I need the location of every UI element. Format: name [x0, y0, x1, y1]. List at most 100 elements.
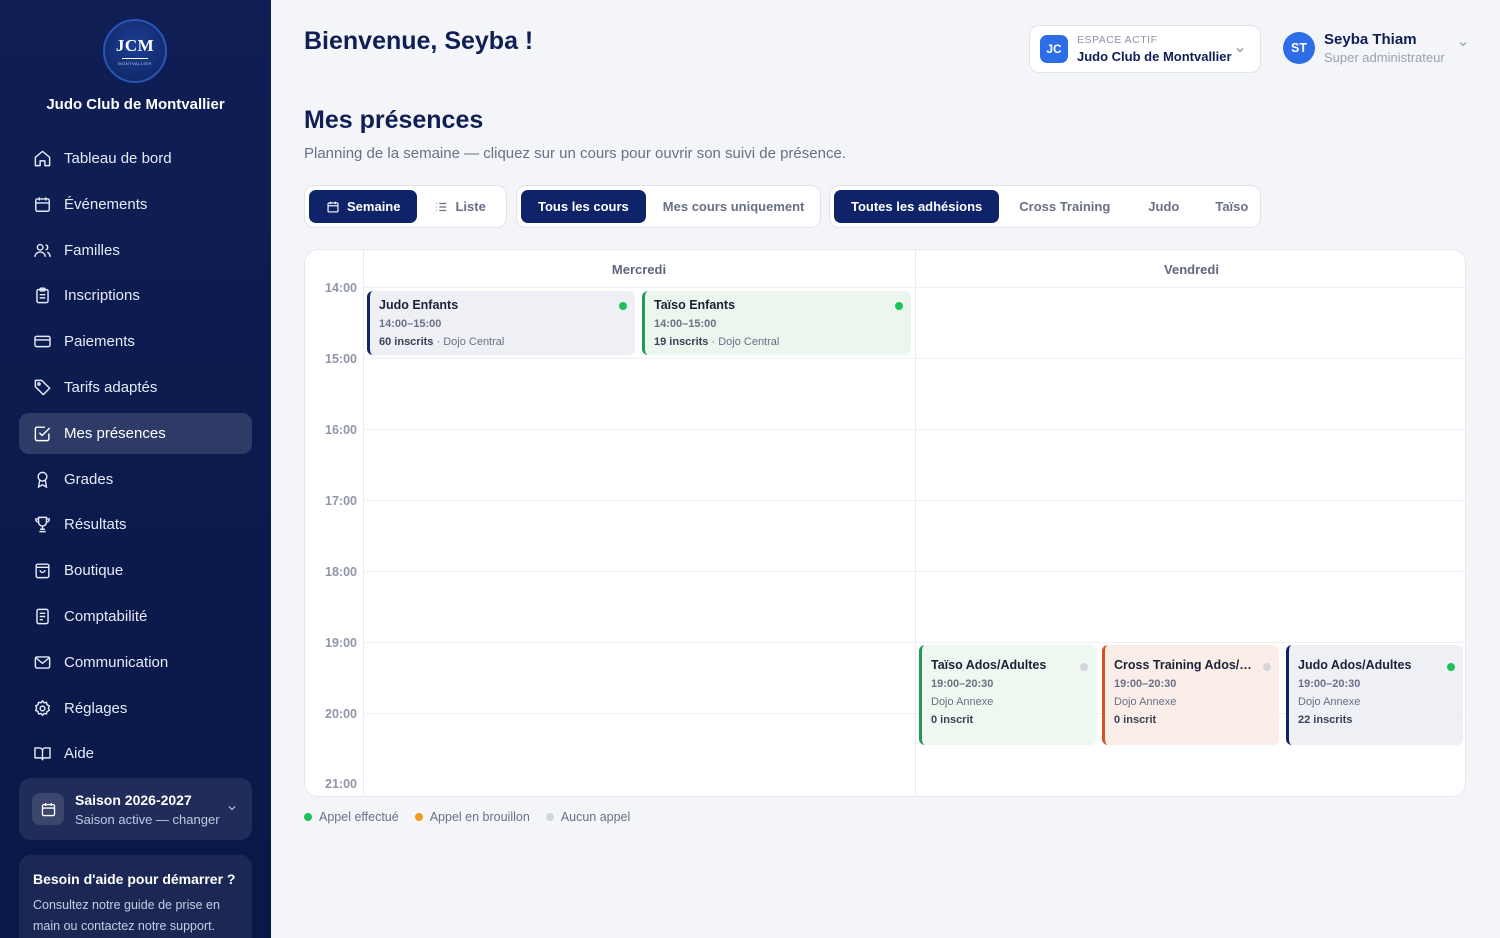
event-count: 0 inscrit — [1114, 714, 1270, 726]
help-card[interactable]: Besoin d'aide pour démarrer ? Consultez … — [19, 855, 252, 938]
event-time: 19:00–20:30 — [1114, 678, 1177, 690]
season-switcher[interactable]: Saison 2026-2027 Saison active — changer — [19, 778, 252, 840]
user-menu[interactable]: ST Seyba Thiam Super administrateur — [1283, 31, 1469, 65]
users-icon — [34, 243, 51, 257]
award-icon — [37, 471, 48, 488]
attendance-status-dot — [619, 302, 627, 310]
sidebar-nav: Tableau de bord Événements Familles Insc… — [19, 138, 252, 779]
sidebar-item-label: Réglages — [64, 699, 128, 717]
event-title: Taïso Enfants — [654, 298, 736, 312]
sidebar: JCM MONTVALLIER Judo Club de Montvallier… — [0, 0, 271, 938]
event-judo-enfants[interactable]: Judo Enfants 14:00–15:00 60 inscrits · D… — [367, 291, 635, 355]
event-place: Dojo Annexe — [931, 696, 994, 708]
club-name: Judo Club de Montvallier — [46, 96, 225, 113]
sidebar-item-rates[interactable]: Tarifs adaptés — [19, 367, 252, 408]
membership-cross-training-label: Cross Training — [1019, 199, 1111, 214]
sidebar-item-families[interactable]: Familles — [19, 230, 252, 271]
hour-label: 18:00 — [325, 565, 357, 579]
hour-label: 20:00 — [325, 707, 357, 721]
event-title: Judo Enfants — [379, 298, 459, 312]
membership-filter: Toutes les adhésions Cross Training Judo… — [829, 185, 1261, 228]
space-label: ESPACE ACTIF — [1077, 34, 1158, 46]
event-judo-ados-adultes[interactable]: Judo Ados/Adultes 19:00–20:30 Dojo Annex… — [1286, 645, 1463, 745]
membership-taiso-label: Taïso — [1215, 199, 1249, 214]
event-time: 14:00–15:00 — [654, 318, 717, 330]
scope-mine-button[interactable]: Mes cours uniquement — [646, 190, 822, 223]
event-taiso-enfants[interactable]: Taïso Enfants 14:00–15:00 19 inscrits · … — [642, 291, 911, 355]
membership-cross-training-button[interactable]: Cross Training — [999, 190, 1130, 223]
sidebar-item-dashboard[interactable]: Tableau de bord — [19, 138, 252, 179]
event-count-value: 22 inscrits — [1298, 714, 1353, 726]
hour-label: 21:00 — [325, 777, 357, 791]
space-badge: JC — [1040, 35, 1068, 63]
view-toggle: Semaine Liste — [304, 185, 507, 228]
event-time: 14:00–15:00 — [379, 318, 442, 330]
membership-all-button[interactable]: Toutes les adhésions — [834, 190, 1000, 223]
sidebar-item-results[interactable]: Résultats — [19, 504, 252, 545]
sidebar-item-settings[interactable]: Réglages — [19, 688, 252, 729]
membership-judo-label: Judo — [1148, 199, 1180, 214]
credit-card-icon — [34, 335, 51, 348]
membership-taiso-button[interactable]: Taïso — [1197, 190, 1266, 223]
column-divider — [915, 250, 916, 796]
hour-line — [363, 500, 1465, 501]
event-count: 60 inscrits — [379, 336, 434, 348]
legend-dot — [304, 813, 312, 821]
help-text: Consultez notre guide de prise en main o… — [33, 898, 220, 933]
tag-icon — [34, 379, 51, 396]
event-cross-training-ados-adultes[interactable]: Cross Training Ados/Adultes 19:00–20:30 … — [1102, 645, 1279, 745]
check-square-icon — [34, 426, 51, 442]
column-divider — [363, 250, 364, 796]
hour-label: 17:00 — [325, 494, 357, 508]
chevron-down-icon — [228, 806, 236, 811]
avatar: ST — [1283, 32, 1315, 64]
sidebar-item-label: Communication — [64, 653, 169, 671]
event-place: Dojo Annexe — [1114, 696, 1177, 708]
view-list-button[interactable]: Liste — [417, 190, 502, 223]
view-list-label: Liste — [455, 199, 486, 214]
legend-label: Appel en brouillon — [429, 810, 530, 824]
hour-line — [363, 571, 1465, 572]
sidebar-item-payments[interactable]: Paiements — [19, 321, 252, 362]
sidebar-item-communication[interactable]: Communication — [19, 642, 252, 683]
sidebar-item-label: Familles — [64, 241, 120, 259]
attendance-status-dot — [895, 302, 903, 310]
season-title: Saison 2026-2027 — [75, 791, 192, 808]
calendar-icon — [327, 201, 339, 213]
hour-line — [363, 429, 1465, 430]
sidebar-item-attendance[interactable]: Mes présences — [19, 412, 252, 454]
event-place: Dojo Annexe — [1298, 696, 1361, 708]
book-icon — [34, 747, 51, 761]
logo-text: JCM — [115, 36, 155, 55]
sidebar-item-events[interactable]: Événements — [19, 184, 252, 225]
sidebar-item-shop[interactable]: Boutique — [19, 550, 252, 591]
legend-label: Appel effectué — [319, 810, 399, 824]
chevron-down-icon — [1459, 42, 1467, 47]
sidebar-item-help[interactable]: Aide — [19, 733, 252, 774]
scope-all-button[interactable]: Tous les cours — [521, 190, 646, 223]
event-place: Dojo Central — [718, 336, 780, 348]
club-logo[interactable]: JCM MONTVALLIER — [103, 19, 167, 83]
attendance-status-dot — [1263, 663, 1271, 671]
page-title: Mes présences — [304, 106, 484, 134]
event-count: 22 inscrits — [1298, 714, 1454, 726]
day-header-friday: Vendredi — [1164, 262, 1219, 277]
attendance-legend: Appel effectué Appel en brouillon Aucun … — [304, 810, 646, 824]
mail-icon — [34, 656, 51, 669]
hour-label: 16:00 — [325, 423, 357, 437]
membership-judo-button[interactable]: Judo — [1130, 190, 1197, 223]
event-taiso-ados-adultes[interactable]: Taïso Ados/Adultes 19:00–20:30 Dojo Anne… — [919, 645, 1096, 745]
logo-subtext: MONTVALLIER — [118, 61, 152, 66]
event-time: 19:00–20:30 — [931, 678, 994, 690]
hour-label: 19:00 — [325, 636, 357, 650]
event-title: Judo Ados/Adultes — [1298, 658, 1412, 672]
event-count-value: 0 inscrit — [1114, 714, 1157, 726]
view-week-button[interactable]: Semaine — [309, 190, 418, 223]
logo-divider — [122, 58, 148, 59]
sidebar-item-registrations[interactable]: Inscriptions — [19, 275, 252, 316]
active-space-switcher[interactable]: JC ESPACE ACTIF Judo Club de Montvallier — [1029, 25, 1261, 73]
sidebar-item-accounting[interactable]: Comptabilité — [19, 596, 252, 637]
sidebar-item-label: Résultats — [64, 516, 127, 534]
user-role: Super administrateur — [1324, 50, 1445, 65]
sidebar-item-grades[interactable]: Grades — [19, 459, 252, 500]
